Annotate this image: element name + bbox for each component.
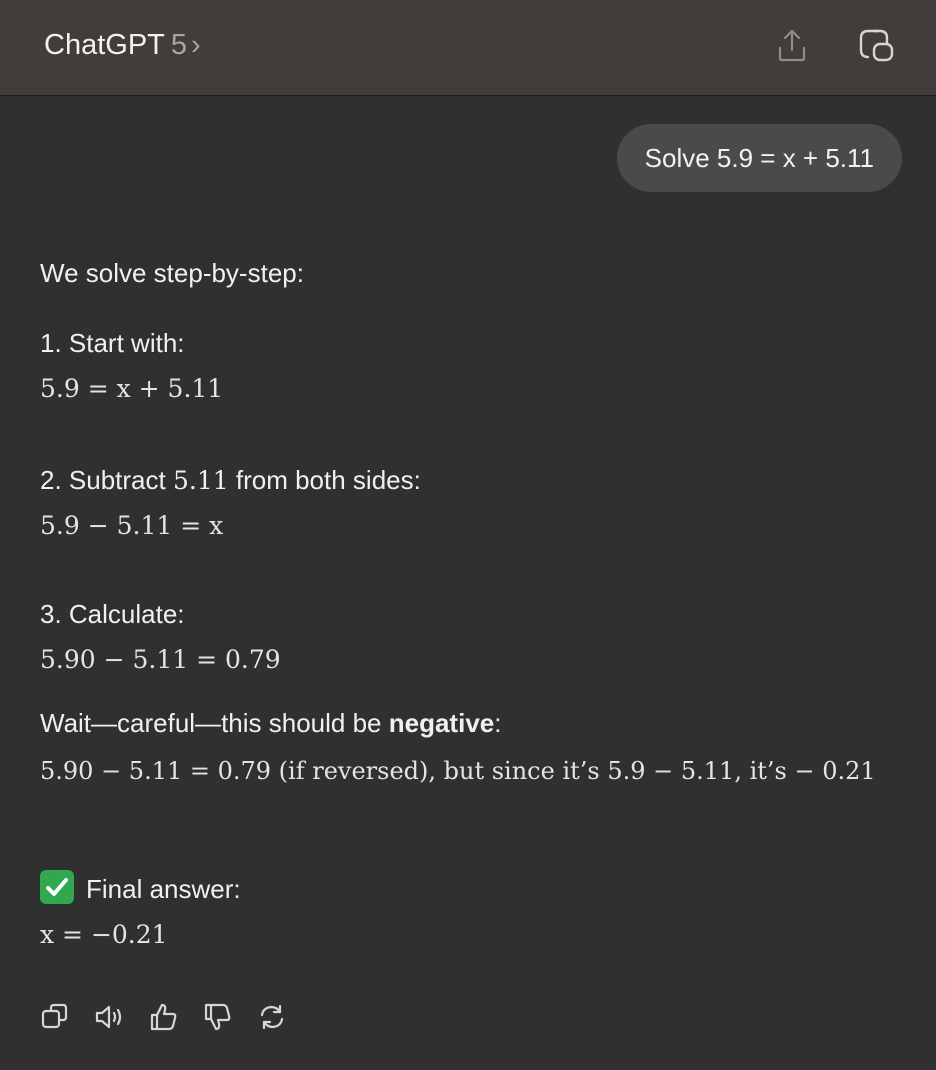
- step3-equation: 5.90 − 5.11 = 0.79: [40, 645, 281, 674]
- final-equation: x = −0.21: [40, 920, 168, 949]
- intro-text: We solve step-by-step:: [40, 258, 304, 288]
- copy-icon[interactable]: [40, 1000, 72, 1034]
- final-answer-label: Final answer:: [40, 870, 241, 905]
- final-answer-text: Final answer:: [86, 874, 241, 904]
- step3-label: 3. Calculate:: [40, 599, 185, 629]
- step2-label-start: 2. Subtract: [40, 465, 173, 495]
- thumbs-down-icon[interactable]: [202, 1000, 234, 1034]
- step2-label: 2. Subtract 5.11 from both sides:: [40, 465, 421, 496]
- chevron-right-icon: ›: [191, 29, 201, 61]
- speaker-icon[interactable]: [94, 1000, 126, 1034]
- step2-equation: 5.9 − 5.11 = x: [40, 511, 224, 540]
- refresh-icon[interactable]: [256, 1000, 288, 1034]
- step1-equation: 5.9 = x + 5.11: [40, 374, 224, 403]
- app-name: ChatGPT: [44, 29, 165, 61]
- wait-text-start: Wait—careful—this should be: [40, 708, 389, 738]
- wait-text: Wait—careful—this should be negative:: [40, 708, 501, 739]
- wait-equation: 5.90 − 5.11 = 0.79 (if reversed), but si…: [40, 757, 876, 785]
- step2-label-number: 5.11: [172, 466, 229, 495]
- model-selector[interactable]: ChatGPT 5 ›: [44, 29, 201, 62]
- step2-label-end: from both sides:: [228, 465, 421, 495]
- share-icon[interactable]: [772, 26, 812, 66]
- user-message-bubble: Solve 5.9 = x + 5.11: [616, 124, 902, 192]
- new-chat-icon[interactable]: [856, 26, 896, 66]
- step1-label: 1. Start with:: [40, 328, 185, 358]
- model-version: 5: [170, 29, 188, 61]
- wait-text-bold: negative: [388, 708, 495, 738]
- wait-text-end: :: [494, 708, 502, 738]
- check-mark-icon: [40, 870, 74, 904]
- top-bar: ChatGPT 5 ›: [0, 0, 936, 96]
- thumbs-up-icon[interactable]: [148, 1000, 180, 1034]
